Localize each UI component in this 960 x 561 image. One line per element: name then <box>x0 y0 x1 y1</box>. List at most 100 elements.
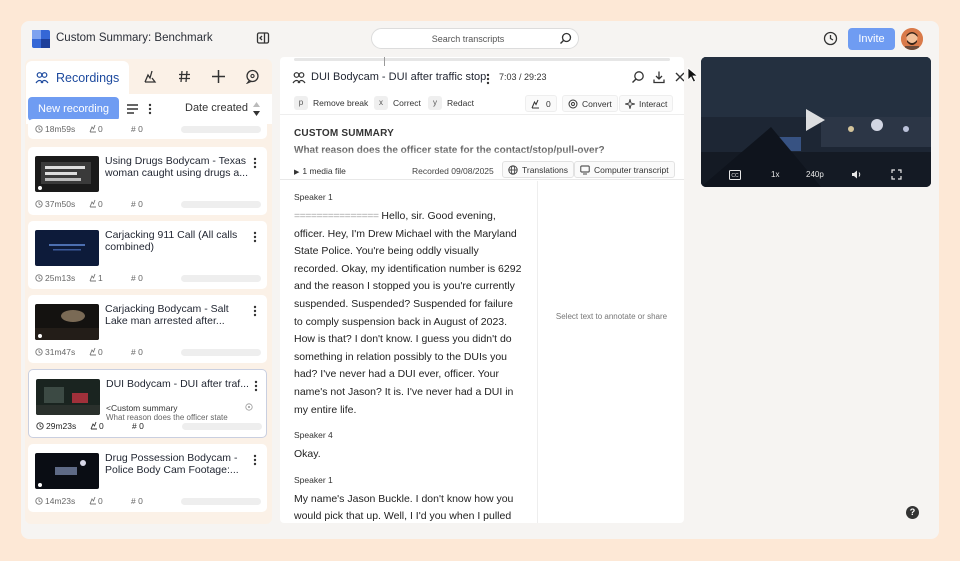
recording-menu-icon[interactable] <box>486 73 490 85</box>
card-menu-icon[interactable] <box>253 157 257 169</box>
duration-icon <box>35 497 43 505</box>
info-icon[interactable] <box>245 403 253 411</box>
recordings-list: 18m59s 0 # 0 Using Drugs Bodycam - Texas… <box>26 119 269 524</box>
card-hashtags: # 0 <box>131 199 143 209</box>
play-icon[interactable] <box>804 108 826 132</box>
add-tab-icon[interactable] <box>211 69 226 84</box>
top-bar: Custom Summary: Benchmark Invite <box>21 21 939 57</box>
tab-recordings[interactable]: Recordings <box>26 61 129 94</box>
avatar-face-icon <box>901 28 923 50</box>
search-input[interactable] <box>372 29 552 48</box>
card-likes: 0 <box>98 124 103 134</box>
transcript-paragraph[interactable]: =============== Hello, sir. Good evening… <box>294 208 523 419</box>
search-icon[interactable] <box>631 70 645 84</box>
summary-heading: CUSTOM SUMMARY <box>294 128 395 139</box>
card-hashtags: # 0 <box>131 496 143 506</box>
card-meta: 37m50s 0 # 0 <box>35 199 261 209</box>
recorded-date: Recorded 09/08/2025 <box>412 166 494 176</box>
search-icon[interactable] <box>559 32 572 45</box>
interact-button[interactable]: Interact <box>619 95 674 112</box>
shortcut-label: Remove break <box>313 98 369 108</box>
invite-button[interactable]: Invite <box>848 28 895 50</box>
progress-bar <box>182 423 262 430</box>
shortcut-correct[interactable]: x Correct <box>374 95 421 111</box>
sort-arrows-icon[interactable] <box>252 101 261 117</box>
list-view-icon[interactable] <box>126 103 139 115</box>
volume-icon[interactable] <box>851 169 862 180</box>
list-item[interactable]: Carjacking 911 Call (All calls combined)… <box>28 221 267 289</box>
close-icon[interactable] <box>673 70 684 84</box>
hashtag-tab-icon[interactable] <box>177 69 192 84</box>
thumbnail <box>35 156 99 192</box>
thumbnail <box>35 304 99 340</box>
card-duration: 29m23s <box>46 421 77 431</box>
fullscreen-icon[interactable] <box>891 169 902 180</box>
likes-button[interactable]: 0 <box>525 95 557 112</box>
collapse-sidebar-icon[interactable] <box>256 31 270 45</box>
search-box[interactable] <box>371 28 579 49</box>
media-files-label: 1 media file <box>302 166 346 176</box>
card-title: Carjacking 911 Call (All calls combined) <box>105 229 238 253</box>
playback-speed[interactable]: 1x <box>771 170 779 179</box>
video-player[interactable]: CC 1x 240p <box>701 57 931 187</box>
svg-text:CC: CC <box>731 173 739 179</box>
card-menu-icon[interactable] <box>253 305 257 317</box>
card-hashtags: # 0 <box>131 273 143 283</box>
computer-transcript-button[interactable]: Computer transcript <box>574 161 675 178</box>
recording-header: DUI Bodycam - DUI after traffic stop 7:0… <box>280 57 684 115</box>
media-files-toggle[interactable]: ▶ 1 media file <box>294 166 346 176</box>
shortcut-remove-break[interactable]: p Remove break <box>294 95 368 111</box>
card-title: Carjacking Bodycam - Salt Lake man arres… <box>105 303 229 327</box>
card-menu-icon[interactable] <box>254 380 258 392</box>
more-options-icon[interactable] <box>148 103 152 115</box>
custom-summary-section: CUSTOM SUMMARY What reason does the offi… <box>280 117 684 180</box>
sort-dropdown[interactable]: Date created <box>185 102 248 114</box>
duration-icon <box>36 422 44 430</box>
shortcut-key: y <box>428 96 442 110</box>
list-item[interactable]: Drug Possession Bodycam - Police Body Ca… <box>28 444 267 512</box>
playback-time: 7:03 / 29:23 <box>499 72 547 82</box>
video-quality[interactable]: 240p <box>806 170 824 179</box>
card-hashtags: # 0 <box>131 124 143 134</box>
shortcut-label: Redact <box>447 98 474 108</box>
convert-button[interactable]: Convert <box>562 95 618 112</box>
shortcut-key: x <box>374 96 388 110</box>
card-meta: 14m23s 0 # 0 <box>35 496 261 506</box>
shortcut-redact[interactable]: y Redact <box>428 95 474 111</box>
speaker-label: Speaker 1 <box>294 474 333 485</box>
interact-label: Interact <box>639 98 668 109</box>
shortcut-label: Correct <box>393 98 421 108</box>
likes-icon <box>89 496 96 505</box>
list-item[interactable]: 18m59s 0 # 0 <box>28 119 267 139</box>
likes-icon <box>89 273 96 282</box>
likes-icon <box>89 347 96 356</box>
likes-icon <box>89 199 96 208</box>
card-menu-icon[interactable] <box>253 454 257 466</box>
list-item[interactable]: Using Drugs Bodycam - Texas woman caught… <box>28 147 267 215</box>
card-likes: 0 <box>98 199 103 209</box>
recordings-icon <box>35 72 49 84</box>
chat-tab-icon[interactable] <box>245 69 260 84</box>
progress-bar <box>181 275 261 282</box>
card-likes: 1 <box>98 273 103 283</box>
recordings-panel: Recordings New recording Date created 18… <box>25 59 272 524</box>
captions-icon[interactable]: CC <box>729 170 741 180</box>
app-window: Custom Summary: Benchmark Invite <box>21 21 939 539</box>
likes-tab-icon[interactable] <box>143 69 158 84</box>
recording-title: DUI Bodycam - DUI after traffic stop <box>311 71 487 83</box>
likes-count: 0 <box>546 98 551 109</box>
help-icon[interactable]: ? <box>906 506 919 519</box>
translations-button[interactable]: Translations <box>502 161 574 178</box>
transcript-paragraph[interactable]: Okay. <box>294 446 523 464</box>
card-menu-icon[interactable] <box>253 231 257 243</box>
list-item-selected[interactable]: DUI Bodycam - DUI after traf... <Custom … <box>28 369 267 438</box>
card-hashtags: # 0 <box>132 421 144 431</box>
likes-icon <box>89 124 96 133</box>
transcript-paragraph[interactable]: My name's Jason Buckle. I don't know how… <box>294 491 523 523</box>
download-icon[interactable] <box>652 70 666 84</box>
avatar[interactable] <box>901 28 923 50</box>
transcript-text: Okay. <box>294 448 321 461</box>
new-recording-button[interactable]: New recording <box>28 97 119 121</box>
list-item[interactable]: Carjacking Bodycam - Salt Lake man arres… <box>28 295 267 363</box>
history-clock-icon[interactable] <box>823 31 838 46</box>
